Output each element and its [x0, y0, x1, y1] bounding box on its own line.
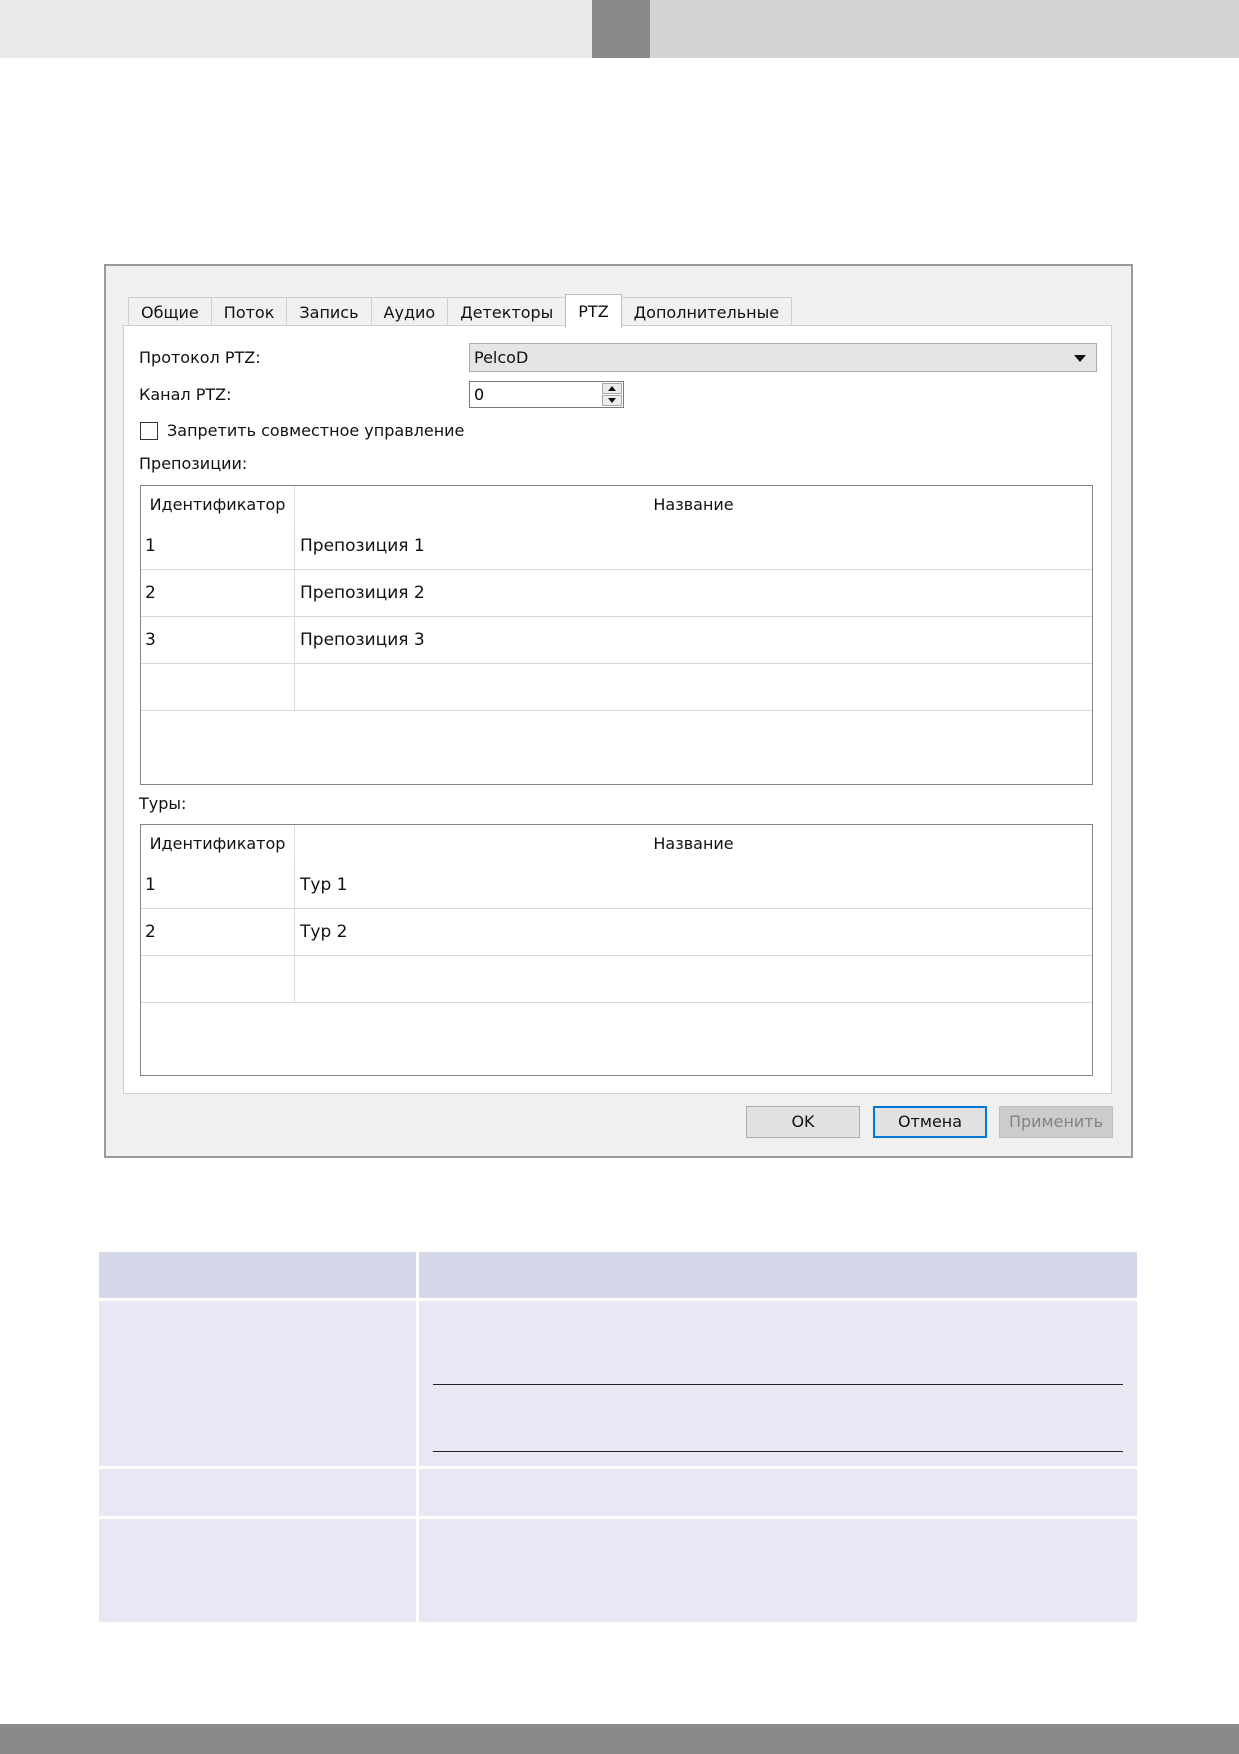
channel-label: Канал PTZ: — [139, 385, 232, 404]
disable-shared-control-checkbox[interactable] — [140, 422, 158, 440]
tours-table: Идентификатор Название 1 Тур 1 2 Тур 2 — [140, 824, 1093, 1076]
arrow-up-icon — [608, 386, 616, 391]
camera-settings-dialog: Общие Поток Запись Аудио Детекторы PTZ Д… — [104, 264, 1133, 1158]
description-header-cell — [419, 1252, 1137, 1298]
tab-general[interactable]: Общие — [128, 297, 212, 327]
table-row[interactable]: 1 Тур 1 — [141, 862, 1092, 909]
protocol-value: PelcoD — [474, 348, 529, 367]
channel-spinbox[interactable]: 0 — [469, 381, 624, 408]
description-header-cell — [99, 1252, 416, 1298]
tour-id-cell: 2 — [141, 909, 295, 955]
description-table — [99, 1252, 1137, 1622]
divider-line — [433, 1451, 1123, 1452]
description-cell — [419, 1519, 1137, 1622]
tab-recording[interactable]: Запись — [286, 297, 372, 327]
page-footer-band — [0, 1724, 1239, 1754]
column-header-name[interactable]: Название — [295, 486, 1092, 523]
preset-name-cell: Препозиция 2 — [300, 583, 425, 603]
page-header-band-right — [650, 0, 1239, 58]
tab-detectors[interactable]: Детекторы — [447, 297, 567, 327]
description-cell — [419, 1469, 1137, 1516]
table-row[interactable]: 3 Препозиция 3 — [141, 617, 1092, 664]
preset-id-cell — [141, 664, 295, 710]
description-cell — [99, 1301, 416, 1466]
tour-name-cell: Тур 1 — [300, 875, 348, 895]
apply-button[interactable]: Применить — [999, 1106, 1113, 1138]
column-header-id[interactable]: Идентификатор — [141, 486, 295, 523]
ptz-tab-panel: Протокол PTZ: PelcoD Канал PTZ: 0 Запрет… — [123, 325, 1112, 1094]
table-row-new[interactable] — [141, 956, 1092, 1003]
protocol-dropdown[interactable]: PelcoD — [469, 343, 1097, 372]
tours-label: Туры: — [139, 794, 187, 813]
spin-up-button[interactable] — [602, 383, 622, 394]
table-row[interactable]: 2 Препозиция 2 — [141, 570, 1092, 617]
tours-table-header: Идентификатор Название — [141, 825, 1092, 862]
arrow-down-icon — [608, 398, 616, 403]
tab-stream[interactable]: Поток — [210, 297, 288, 327]
preset-name-cell: Препозиция 3 — [300, 630, 425, 650]
spin-down-button[interactable] — [602, 395, 622, 406]
spin-buttons — [602, 383, 622, 406]
preset-id-cell: 2 — [141, 570, 295, 616]
tour-name-cell — [295, 956, 1092, 1002]
description-cell — [99, 1519, 416, 1622]
preset-name-cell — [295, 664, 1092, 710]
presets-table: Идентификатор Название 1 Препозиция 1 2 … — [140, 485, 1093, 785]
preset-id-cell: 3 — [141, 617, 295, 663]
presets-table-header: Идентификатор Название — [141, 486, 1092, 523]
description-row — [99, 1519, 1137, 1622]
description-row — [99, 1469, 1137, 1516]
table-row[interactable]: 1 Препозиция 1 — [141, 523, 1092, 570]
page-header-band — [0, 0, 592, 58]
description-table-header — [99, 1252, 1137, 1298]
tour-id-cell — [141, 956, 295, 1002]
table-row-new[interactable] — [141, 664, 1092, 711]
column-header-id[interactable]: Идентификатор — [141, 825, 295, 862]
tour-name-cell: Тур 2 — [300, 922, 348, 942]
preset-id-cell: 1 — [141, 523, 295, 569]
disable-shared-control-label: Запретить совместное управление — [167, 421, 465, 440]
page-header-marker — [592, 0, 650, 58]
preset-name-cell: Препозиция 1 — [300, 536, 425, 556]
table-row[interactable]: 2 Тур 2 — [141, 909, 1092, 956]
tab-ptz[interactable]: PTZ — [565, 294, 622, 328]
tab-additional[interactable]: Дополнительные — [620, 297, 793, 327]
presets-label: Препозиции: — [139, 454, 248, 473]
tour-id-cell: 1 — [141, 862, 295, 908]
protocol-label: Протокол PTZ: — [139, 348, 261, 367]
chevron-down-icon — [1074, 355, 1086, 362]
channel-value: 0 — [474, 385, 485, 404]
cancel-button[interactable]: Отмена — [873, 1106, 987, 1138]
ok-button[interactable]: OK — [746, 1106, 860, 1138]
tab-bar: Общие Поток Запись Аудио Детекторы PTZ Д… — [128, 294, 793, 328]
tab-audio[interactable]: Аудио — [370, 297, 449, 327]
column-header-name[interactable]: Название — [295, 825, 1092, 862]
description-cell — [99, 1469, 416, 1516]
divider-line — [433, 1384, 1123, 1385]
